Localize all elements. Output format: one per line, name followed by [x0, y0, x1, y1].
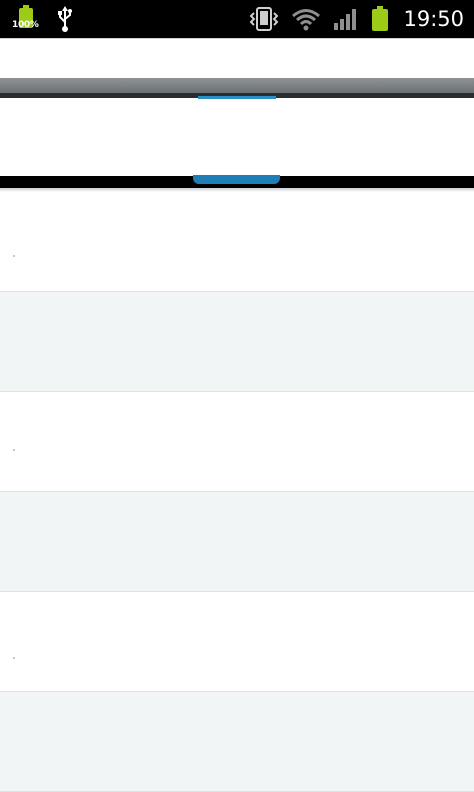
tab-strip [0, 78, 474, 93]
list-item[interactable] [0, 692, 474, 792]
list-item[interactable] [0, 392, 474, 492]
tab-panel[interactable] [0, 98, 474, 176]
status-bar-left: 100% [12, 0, 72, 38]
wifi-icon [292, 9, 321, 31]
clock: 19:50 [403, 7, 464, 31]
battery-percent: 100% [12, 20, 39, 30]
list-item[interactable] [0, 592, 474, 692]
action-bar [0, 38, 474, 78]
list-item-marker [13, 449, 15, 451]
battery-full-icon [372, 6, 389, 31]
battery-indicator: 100% [12, 0, 44, 38]
status-bar-right: 19:50 [237, 0, 464, 38]
tab-indicator-top [198, 96, 276, 99]
signal-icon [334, 9, 357, 30]
vibrate-icon [250, 7, 279, 31]
list-item[interactable] [0, 292, 474, 392]
content-list[interactable] [0, 192, 474, 792]
list-item[interactable] [0, 192, 474, 292]
list-item[interactable] [0, 492, 474, 592]
selected-tab-indicator[interactable] [193, 175, 280, 184]
list-item-marker [13, 255, 15, 257]
usb-icon [58, 6, 72, 32]
list-item-marker [13, 657, 15, 659]
status-bar: 100% 19:50 [0, 0, 474, 38]
